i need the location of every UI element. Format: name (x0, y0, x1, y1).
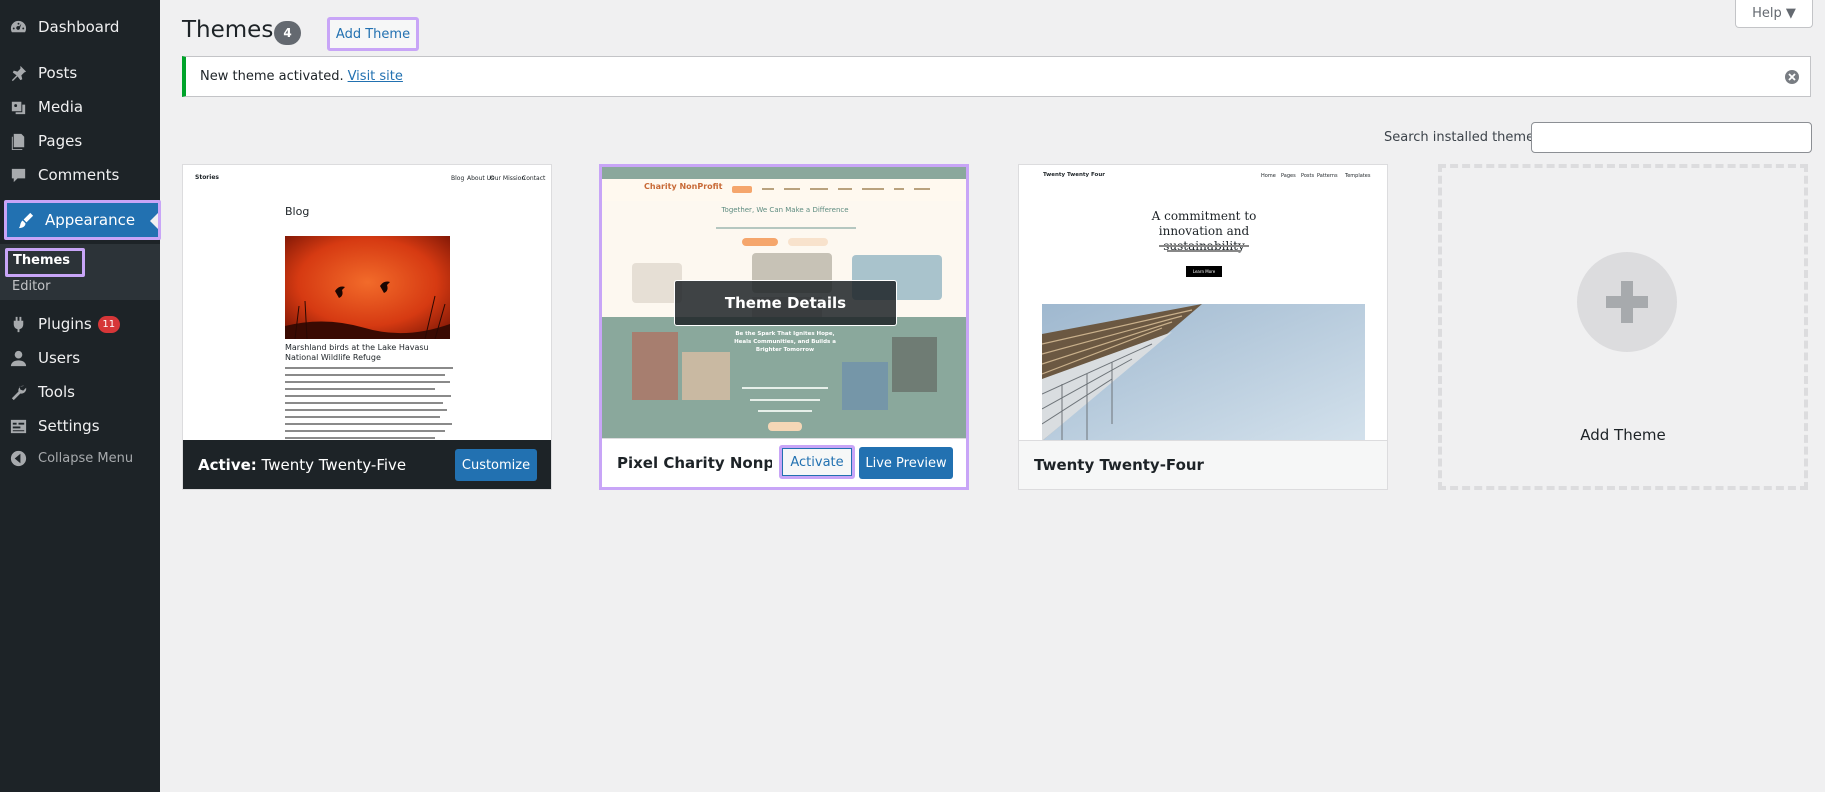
search-label: Search installed themes (1384, 130, 1541, 145)
screenshot-body-text-lines (285, 367, 453, 439)
screenshot-nav-item: Patterns (1317, 173, 1338, 179)
sunset-birds-image (285, 236, 450, 339)
sidebar-item-label: Plugins (38, 315, 92, 333)
screenshot-hero-title: Together, We Can Make a Difference (721, 206, 849, 214)
media-icon (8, 97, 28, 117)
sidebar-item-tools[interactable]: Tools (0, 375, 160, 409)
theme-screenshot: Stories Blog About Us Our Mission Contac… (183, 165, 551, 441)
plus-icon (1577, 252, 1677, 352)
sidebar-item-users[interactable]: Users (0, 341, 160, 375)
screenshot-post-title: Marshland birds at the Lake Havasu Natio… (285, 343, 429, 362)
collapse-icon (8, 448, 28, 468)
screenshot-nav-item: Templates (1345, 173, 1371, 179)
submenu-item-themes[interactable]: Themes (5, 248, 85, 277)
activate-button[interactable]: Activate (779, 445, 855, 479)
theme-card-twentytwentyfive[interactable]: Stories Blog About Us Our Mission Contac… (182, 164, 552, 490)
sidebar-item-plugins[interactable]: Plugins 11 (0, 307, 160, 341)
sidebar-item-pages[interactable]: Pages (0, 124, 160, 158)
sidebar-item-posts[interactable]: Posts (0, 56, 160, 90)
current-menu-arrow (150, 213, 158, 229)
sidebar-item-label: Media (38, 98, 84, 116)
screenshot-nav-item: Our Mission (490, 175, 526, 182)
theme-card-twentytwentyfour[interactable]: Twenty Twenty Four Home Pages Posts Patt… (1018, 164, 1388, 490)
wrench-icon (8, 382, 28, 402)
theme-name: Pixel Charity Nonprofit (617, 454, 772, 472)
sidebar-item-label: Dashboard (38, 18, 120, 36)
appearance-submenu: Themes Editor (0, 244, 160, 300)
theme-name-bar: Twenty Twenty-Four (1019, 440, 1387, 489)
sidebar-item-dashboard[interactable]: Dashboard (0, 10, 160, 44)
building-image (1042, 304, 1365, 441)
search-themes-input[interactable] (1531, 122, 1812, 153)
pin-icon (8, 63, 28, 83)
pages-icon (8, 131, 28, 151)
theme-screenshot: Charity NonProfit Together, We Can Make … (602, 167, 966, 441)
screenshot-nav-item: Pages (1281, 173, 1296, 179)
notice-text: New theme activated. (200, 69, 344, 84)
customize-button[interactable]: Customize (455, 449, 537, 481)
active-prefix: Active: (198, 455, 257, 474)
screenshot-logo: Charity NonProfit (644, 182, 723, 191)
sidebar-item-label: Comments (38, 166, 120, 184)
sidebar-item-label: Posts (38, 64, 78, 82)
screenshot-subtext-lines (1159, 245, 1249, 252)
theme-name-text: Twenty Twenty-Five (261, 455, 407, 474)
sidebar-item-label: Users (38, 349, 81, 367)
collapse-menu-label: Collapse Menu (38, 450, 134, 466)
sidebar-item-label: Settings (38, 417, 100, 435)
sidebar-item-media[interactable]: Media (0, 90, 160, 124)
sidebar-item-appearance[interactable]: Appearance (4, 200, 161, 240)
screenshot-heading: Blog (285, 205, 310, 218)
settings-icon (8, 416, 28, 436)
success-notice: New theme activated. Visit site (182, 56, 1811, 97)
admin-sidebar: Dashboard Posts Media Pages Comments App… (0, 0, 161, 792)
add-theme-button[interactable]: Add Theme (327, 17, 419, 51)
screenshot-site-title: Stories (195, 174, 219, 181)
screenshot-nav-item: Home (1261, 173, 1276, 179)
visit-site-link[interactable]: Visit site (348, 69, 403, 84)
theme-name-bar: Active: Twenty Twenty-Five Customize (183, 440, 551, 489)
screenshot-nav-item: Contact (522, 175, 546, 182)
sidebar-item-label: Appearance (45, 211, 136, 229)
sidebar-item-label: Pages (38, 132, 83, 150)
sidebar-item-label: Tools (38, 383, 75, 401)
sidebar-item-comments[interactable]: Comments (0, 158, 160, 192)
screenshot-site-title: Twenty Twenty Four (1043, 172, 1105, 178)
dashboard-icon (8, 17, 28, 37)
theme-name: Twenty Twenty-Four (1034, 456, 1204, 474)
add-theme-card[interactable]: Add Theme (1438, 164, 1808, 490)
screenshot-nav-item: Posts (1301, 173, 1315, 179)
screenshot-nav-item: Blog (451, 175, 465, 182)
comment-icon (8, 165, 28, 185)
theme-card-pixel-charity[interactable]: Charity NonProfit Together, We Can Make … (599, 164, 969, 490)
plugin-update-badge: 11 (97, 315, 120, 333)
collapse-menu-button[interactable]: Collapse Menu (0, 441, 160, 475)
sidebar-item-settings[interactable]: Settings (0, 409, 160, 443)
main-content: Themes 4 Add Theme Help ▼ New theme acti… (160, 0, 1825, 792)
screenshot-learn-more-button: Learn More (1186, 266, 1222, 277)
add-theme-card-label: Add Theme (1580, 426, 1666, 444)
submenu-item-editor[interactable]: Editor (12, 279, 50, 294)
theme-details-button[interactable]: Theme Details (674, 280, 897, 326)
live-preview-button[interactable]: Live Preview (859, 447, 953, 479)
plugin-icon (8, 314, 28, 334)
brush-icon (15, 210, 35, 230)
dismiss-icon[interactable] (1784, 69, 1800, 85)
screenshot-mid-heading: Be the Spark That Ignites Hope, Heals Co… (734, 331, 836, 353)
theme-count-badge: 4 (274, 21, 301, 45)
help-tab-button[interactable]: Help ▼ (1735, 0, 1813, 28)
page-title: Themes (182, 17, 274, 43)
theme-screenshot: Twenty Twenty Four Home Pages Posts Patt… (1019, 165, 1387, 441)
users-icon (8, 348, 28, 368)
theme-name-bar: Pixel Charity Nonprofit Activate Live Pr… (602, 438, 966, 487)
theme-name: Active: Twenty Twenty-Five (183, 456, 406, 474)
